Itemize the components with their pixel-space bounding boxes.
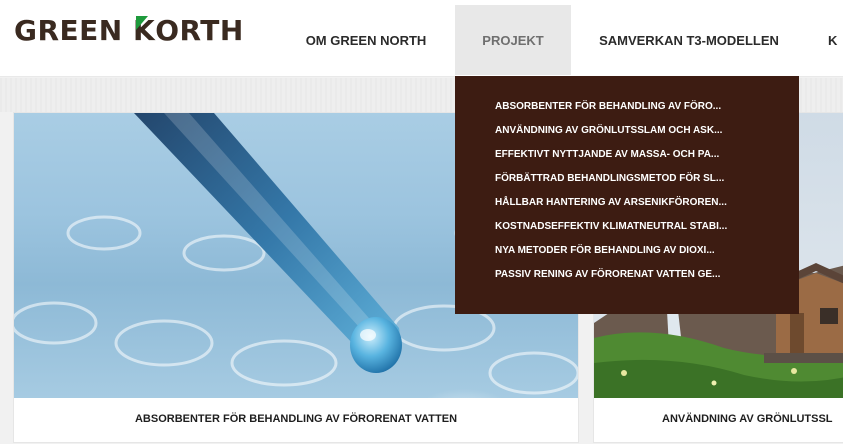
dropdown-item-hallbar-hantering[interactable]: HÅLLBAR HANTERING AV ARSENIKFÖROREN... <box>495 197 799 221</box>
dropdown-item-effektivt-nyttjande[interactable]: EFFEKTIVT NYTTJANDE AV MASSA- OCH PA... <box>495 149 799 173</box>
dropdown-item-nya-metoder[interactable]: NYA METODER FÖR BEHANDLING AV DIOXI... <box>495 245 799 269</box>
projekt-dropdown-menu: ABSORBENTER FÖR BEHANDLING AV FÖRO... AN… <box>455 76 799 314</box>
logo-k: K <box>133 14 155 47</box>
nav-item-om-green-north[interactable]: OM GREEN NORTH <box>296 5 436 75</box>
site-header: GREEN KORTH OM GREEN NORTH PROJEKT SAMVE… <box>0 0 843 77</box>
dropdown-item-gronlutsslam[interactable]: ANVÄNDNING AV GRÖNLUTSSLAM OCH ASK... <box>495 125 799 149</box>
dropdown-item-kostnadseffektiv[interactable]: KOSTNADSEFFEKTIV KLIMATNEUTRAL STABI... <box>495 221 799 245</box>
card-title[interactable]: ABSORBENTER FÖR BEHANDLING AV FÖRORENAT … <box>14 396 578 442</box>
logo-text-end: ORTH <box>155 14 244 47</box>
nav-item-partial[interactable]: K <box>828 5 843 75</box>
dropdown-item-absorbenter[interactable]: ABSORBENTER FÖR BEHANDLING AV FÖRO... <box>495 101 799 125</box>
site-logo[interactable]: GREEN KORTH <box>14 14 244 47</box>
card-title[interactable]: ANVÄNDNING AV GRÖNLUTSSL <box>594 396 843 442</box>
leaf-icon <box>135 16 148 30</box>
dropdown-item-forbattrad-behandling[interactable]: FÖRBÄTTRAD BEHANDLINGSMETOD FÖR SL... <box>495 173 799 197</box>
dropdown-item-passiv-rening[interactable]: PASSIV RENING AV FÖRORENAT VATTEN GE... <box>495 269 799 293</box>
nav-item-projekt[interactable]: PROJEKT <box>455 5 571 75</box>
nav-item-samverkan-t3-modellen[interactable]: SAMVERKAN T3-MODELLEN <box>586 5 792 75</box>
logo-text-start: GREEN <box>14 14 133 47</box>
